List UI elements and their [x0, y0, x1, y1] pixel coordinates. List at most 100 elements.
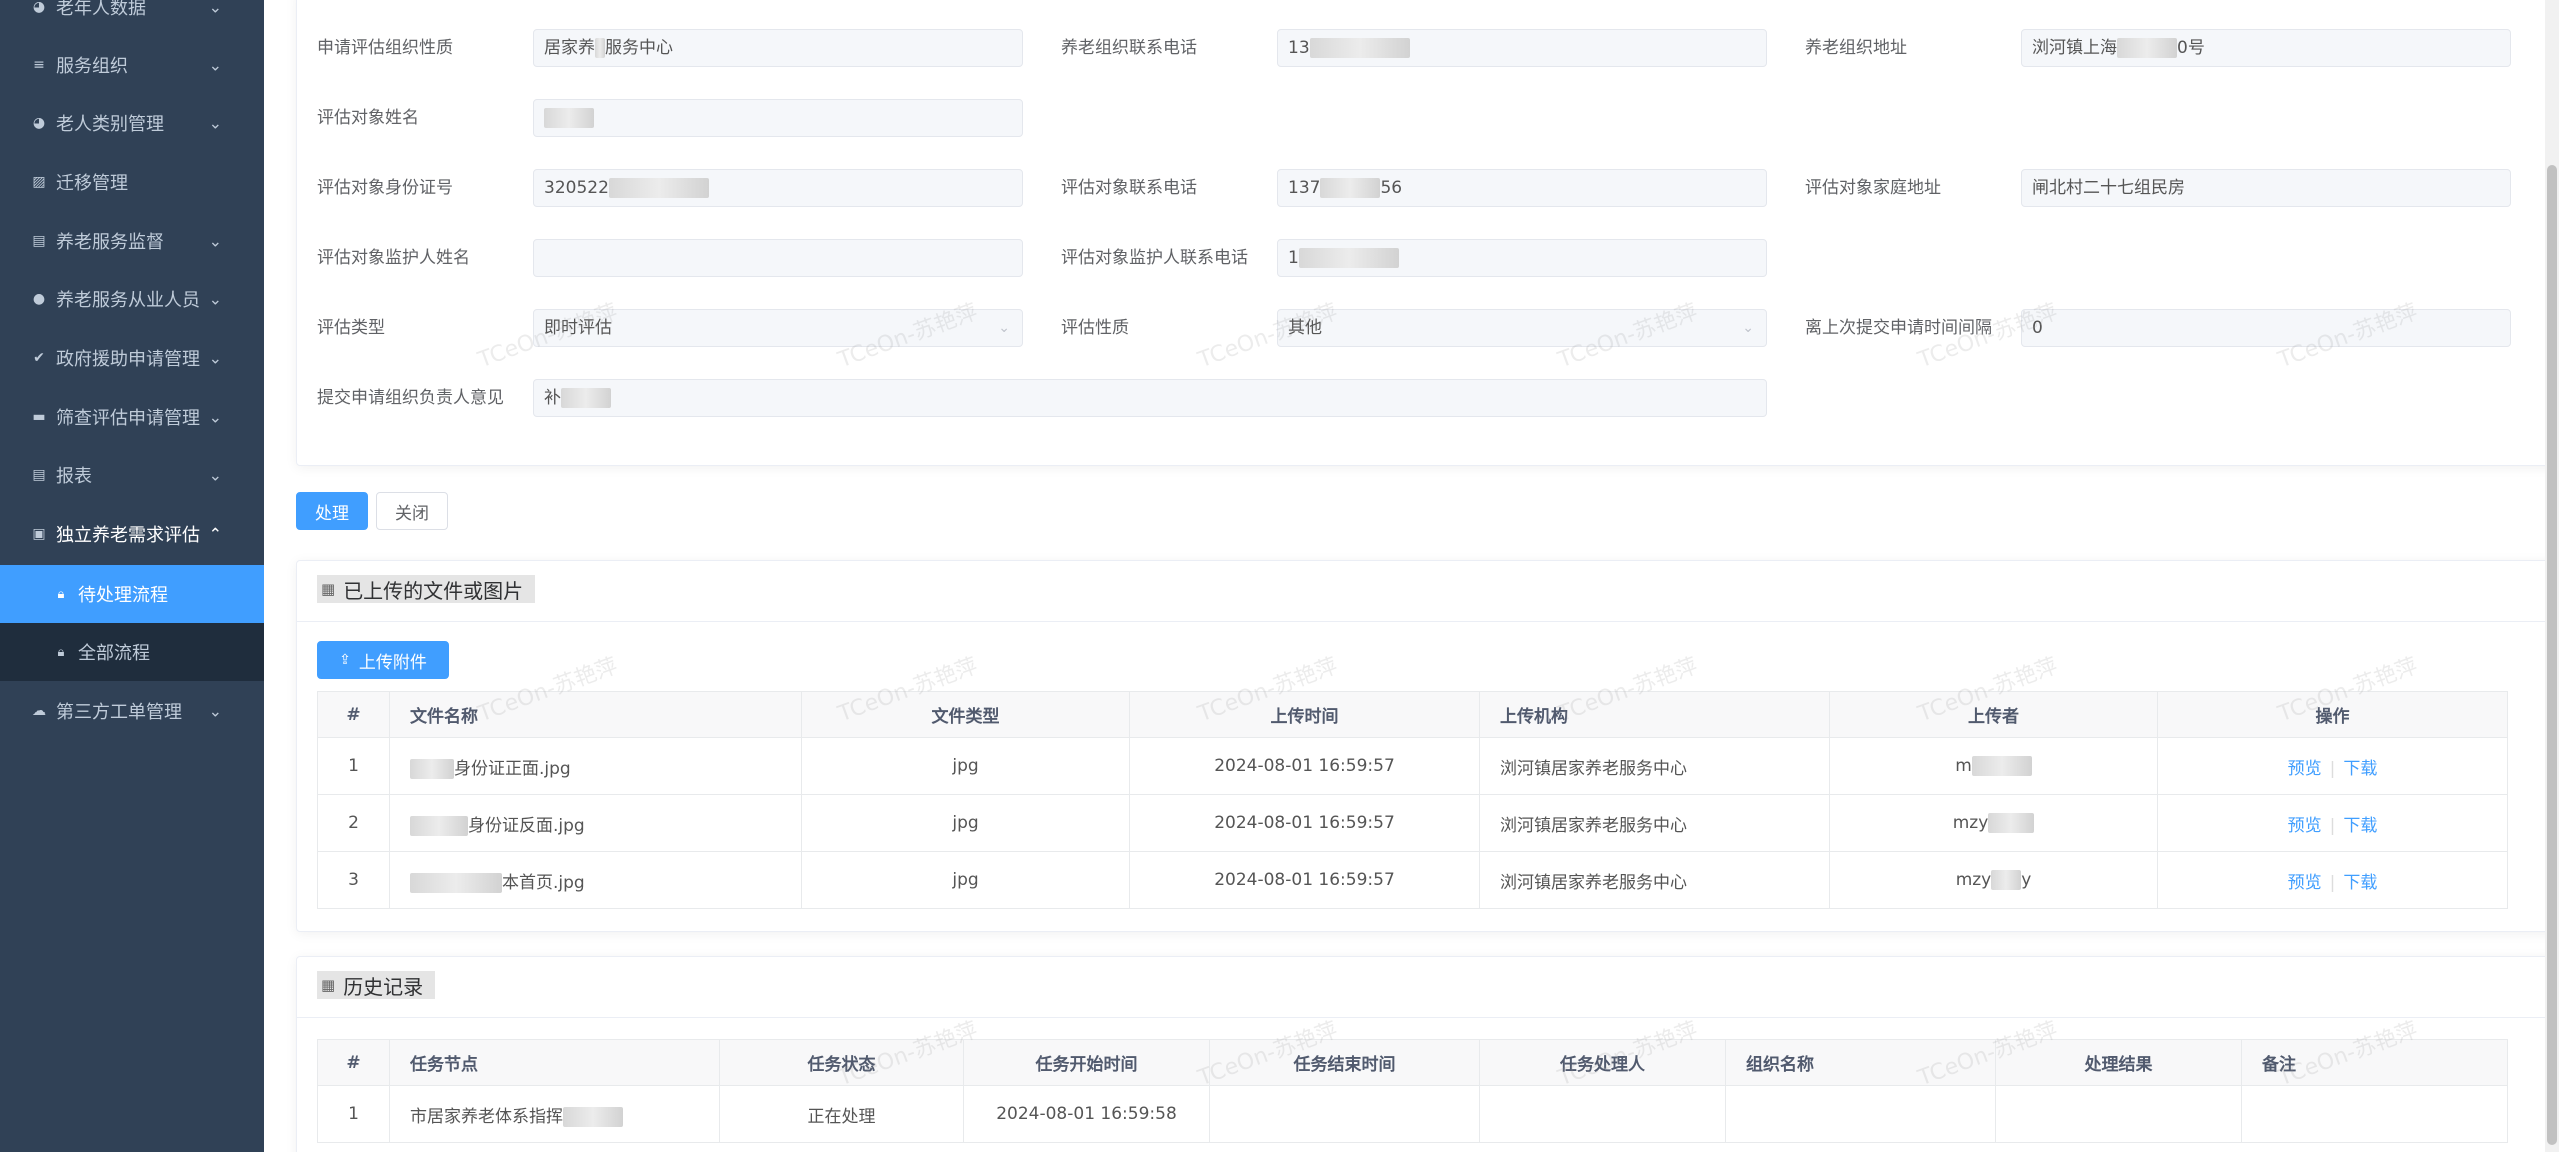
- divider: [297, 621, 2559, 622]
- sidebar-subitem-label: 全部流程: [78, 643, 150, 664]
- sidebar: ◕ 老年人数据 ⌄ ≡ 服务组织 ⌄ ◕ 老人类别管理 ⌄ ▨ 迁移管理 ▤ 养…: [0, 0, 264, 1152]
- column-header: 任务处理人: [1479, 1039, 1726, 1086]
- guardian-name-field[interactable]: [533, 239, 1023, 277]
- sidebar-item-label: 服务组织: [56, 56, 128, 77]
- history-card: ▦ 历史记录 # 任务节点 任务状态 任务开始时间 任务结束时间 任务处理人 组…: [296, 956, 2559, 1152]
- download-link[interactable]: 下载: [2343, 873, 2377, 893]
- preview-link[interactable]: 预览: [2288, 816, 2322, 836]
- interval-field[interactable]: 0: [2021, 309, 2511, 347]
- eval-type-select[interactable]: 即时评估 ⌄: [533, 309, 1023, 347]
- interval-label: 离上次提交申请时间间隔: [1805, 318, 1992, 338]
- sidebar-item-independent-eval[interactable]: ▣ 独立养老需求评估 ⌃: [0, 505, 264, 563]
- chevron-down-icon: ⌄: [208, 407, 222, 427]
- upload-attachment-button[interactable]: ⇪ 上传附件: [317, 641, 449, 679]
- sidebar-item-migration[interactable]: ▨ 迁移管理: [0, 153, 264, 211]
- sidebar-item-service-supervision[interactable]: ▤ 养老服务监督 ⌄: [0, 212, 264, 270]
- divider: [297, 1017, 2559, 1018]
- task-node: 市居家养老体系指挥: [389, 1085, 720, 1143]
- guardian-name-label: 评估对象监护人姓名: [317, 248, 470, 268]
- group-icon: ●: [32, 291, 46, 307]
- column-header: 任务状态: [719, 1039, 964, 1086]
- lock-icon: 🔒︎: [57, 644, 65, 660]
- column-header: 上传时间: [1129, 691, 1480, 738]
- chevron-up-icon: ⌃: [208, 524, 222, 544]
- guardian-phone-label: 评估对象监护人联系电话: [1061, 248, 1248, 268]
- list-icon: ≡: [33, 57, 45, 73]
- opinion-field[interactable]: 补: [533, 379, 1767, 417]
- chevron-down-icon: ⌄: [208, 289, 222, 309]
- target-phone-label: 评估对象联系电话: [1061, 178, 1197, 198]
- guardian-phone-field[interactable]: 1: [1277, 239, 1767, 277]
- scrollbar-thumb[interactable]: [2547, 165, 2557, 1145]
- table-header-row: # 文件名称 文件类型 上传时间 上传机构 上传者 操作: [317, 691, 2508, 738]
- film-icon: ▦: [321, 580, 336, 598]
- opinion-label: 提交申请组织负责人意见: [317, 388, 504, 408]
- sidebar-item-elderly-category[interactable]: ◕ 老人类别管理 ⌄: [0, 94, 264, 152]
- sidebar-subitem-all[interactable]: 🔒︎ 全部流程: [0, 623, 264, 681]
- process-button[interactable]: 处理: [296, 492, 368, 530]
- chevron-down-icon: ⌄: [208, 55, 222, 75]
- sidebar-item-elderly-data[interactable]: ◕ 老年人数据 ⌄: [0, 0, 264, 36]
- sidebar-item-label: 老人类别管理: [56, 114, 164, 135]
- chart-icon: ▨: [32, 174, 46, 190]
- org-nature-field[interactable]: 居家养 服务中心: [533, 29, 1023, 67]
- chevron-down-icon: ⌄: [208, 465, 222, 485]
- table-header-row: # 任务节点 任务状态 任务开始时间 任务结束时间 任务处理人 组织名称 处理结…: [317, 1039, 2508, 1086]
- org-phone-label: 养老组织联系电话: [1061, 38, 1197, 58]
- sidebar-item-third-party[interactable]: ☁ 第三方工单管理 ⌄: [0, 682, 264, 740]
- column-header: #: [317, 1039, 390, 1086]
- sidebar-item-label: 迁移管理: [56, 173, 128, 194]
- column-header: #: [317, 691, 390, 738]
- target-address-field[interactable]: 闸北村二十七组民房: [2021, 169, 2511, 207]
- chevron-down-icon: ⌄: [208, 348, 222, 368]
- sidebar-item-screening[interactable]: ▬ 筛查评估申请管理 ⌄: [0, 388, 264, 446]
- sidebar-item-service-staff[interactable]: ● 养老服务从业人员 ⌄: [0, 270, 264, 328]
- target-name-label: 评估对象姓名: [317, 108, 419, 128]
- user-icon: ◕: [32, 115, 46, 131]
- target-name-field[interactable]: [533, 99, 1023, 137]
- column-header: 任务结束时间: [1209, 1039, 1480, 1086]
- chevron-down-icon: ⌄: [208, 231, 222, 251]
- cloud-icon: ☁: [32, 703, 46, 719]
- uploader: mzy y: [1829, 851, 2158, 909]
- org-address-field[interactable]: 浏河镇上海 0号: [2021, 29, 2511, 67]
- history-table: # 任务节点 任务状态 任务开始时间 任务结束时间 任务处理人 组织名称 处理结…: [317, 1039, 2508, 1143]
- card-icon: ▬: [32, 409, 46, 425]
- lock-icon: 🔒︎: [57, 586, 65, 602]
- column-header: 任务开始时间: [963, 1039, 1210, 1086]
- org-phone-field[interactable]: 13: [1277, 29, 1767, 67]
- preview-link[interactable]: 预览: [2288, 873, 2322, 893]
- chevron-down-icon: ⌄: [998, 320, 1010, 336]
- eval-nature-select[interactable]: 其他 ⌄: [1277, 309, 1767, 347]
- sidebar-item-label: 报表: [56, 466, 92, 487]
- column-header: 组织名称: [1725, 1039, 1996, 1086]
- close-button[interactable]: 关闭: [376, 492, 448, 530]
- history-section-title: ▦ 历史记录: [317, 971, 436, 999]
- clipboard-icon: ▤: [32, 467, 46, 483]
- column-header: 任务节点: [389, 1039, 720, 1086]
- form-card: 申请评估组织性质 居家养 服务中心 养老组织联系电话 13 养老组织地址 浏河镇上…: [296, 0, 2559, 466]
- uploader: mzy: [1829, 794, 2158, 852]
- chevron-down-icon: ⌄: [208, 113, 222, 133]
- sidebar-item-gov-aid[interactable]: ✔ 政府援助申请管理 ⌄: [0, 329, 264, 387]
- vertical-scrollbar[interactable]: [2545, 0, 2559, 1152]
- row-actions: 预览 | 下载: [2157, 851, 2508, 909]
- sidebar-subitem-pending[interactable]: 🔒︎ 待处理流程: [0, 565, 264, 623]
- target-id-field[interactable]: 320522: [533, 169, 1023, 207]
- files-table: # 文件名称 文件类型 上传时间 上传机构 上传者 操作 1 身份证正面.jpg…: [317, 691, 2508, 909]
- column-header: 上传机构: [1479, 691, 1830, 738]
- file-name: 身份证正面.jpg: [389, 737, 802, 795]
- preview-link[interactable]: 预览: [2288, 759, 2322, 779]
- sidebar-item-service-org[interactable]: ≡ 服务组织 ⌄: [0, 36, 264, 94]
- sidebar-item-label: 老年人数据: [56, 0, 146, 19]
- column-header: 处理结果: [1995, 1039, 2242, 1086]
- table-row: 3 本首页.jpg jpg 2024-08-01 16:59:57 浏河镇居家养…: [317, 851, 2508, 909]
- target-phone-field[interactable]: 137 56: [1277, 169, 1767, 207]
- row-actions: 预览 | 下载: [2157, 794, 2508, 852]
- sidebar-item-reports[interactable]: ▤ 报表 ⌄: [0, 446, 264, 504]
- sidebar-item-label: 政府援助申请管理: [56, 349, 200, 370]
- sidebar-item-label: 独立养老需求评估: [56, 525, 200, 546]
- target-id-label: 评估对象身份证号: [317, 178, 453, 198]
- download-link[interactable]: 下载: [2343, 816, 2377, 836]
- download-link[interactable]: 下载: [2343, 759, 2377, 779]
